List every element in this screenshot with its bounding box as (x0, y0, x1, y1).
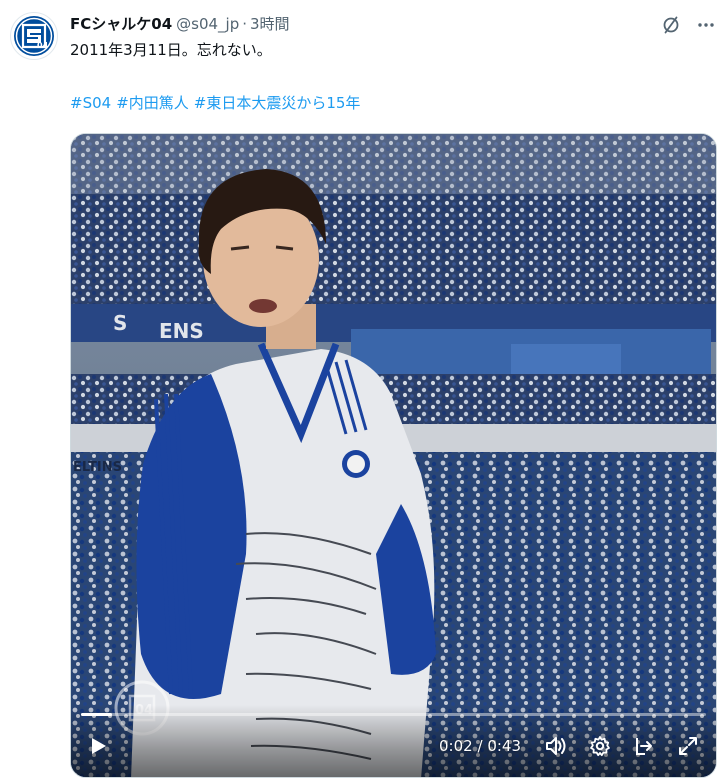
gear-icon (590, 736, 610, 757)
schalke-logo-icon: 04 (12, 14, 56, 58)
author-name[interactable]: FCシャルケ04 (70, 15, 172, 33)
hashtag-uchida[interactable]: #内田篤人 (116, 94, 189, 112)
video-controls: 0:02 / 0:43 (71, 705, 716, 777)
fullscreen-icon (679, 737, 697, 755)
progress-fill (81, 713, 113, 716)
more-icon (698, 23, 714, 27)
svg-text:04: 04 (37, 41, 49, 50)
share-button[interactable] (629, 731, 659, 761)
volume-icon (546, 737, 566, 755)
tweet-header: FCシャルケ04 @s04_jp · 3時間 (70, 13, 666, 35)
play-button[interactable] (83, 731, 113, 761)
hashtag-list: #S04 #内田篤人 #東日本大震災から15年 (70, 92, 365, 114)
grok-button[interactable] (656, 10, 686, 40)
video-player[interactable]: S ENS ELTINS 04 (70, 133, 717, 778)
duration: 0:43 (487, 737, 521, 755)
tweet-text: 2011年3月11日。忘れない。 (70, 41, 272, 59)
settings-button[interactable] (585, 731, 615, 761)
play-icon (92, 738, 106, 754)
more-button[interactable] (691, 10, 721, 40)
volume-button[interactable] (541, 731, 571, 761)
video-timecode: 0:02 / 0:43 (439, 737, 521, 755)
progress-bar[interactable] (81, 713, 706, 716)
share-icon (636, 738, 652, 755)
grok-slash-icon (663, 16, 679, 34)
current-time: 0:02 (439, 737, 473, 755)
fullscreen-button[interactable] (673, 731, 703, 761)
avatar[interactable]: 04 (10, 12, 58, 60)
author-handle[interactable]: @s04_jp (176, 15, 239, 33)
hashtag-s04[interactable]: #S04 (70, 94, 111, 112)
separator-dot: · (242, 15, 248, 33)
hashtag-earthquake[interactable]: #東日本大震災から15年 (194, 94, 361, 112)
post-time[interactable]: 3時間 (250, 15, 290, 33)
time-separator: / (477, 737, 483, 755)
